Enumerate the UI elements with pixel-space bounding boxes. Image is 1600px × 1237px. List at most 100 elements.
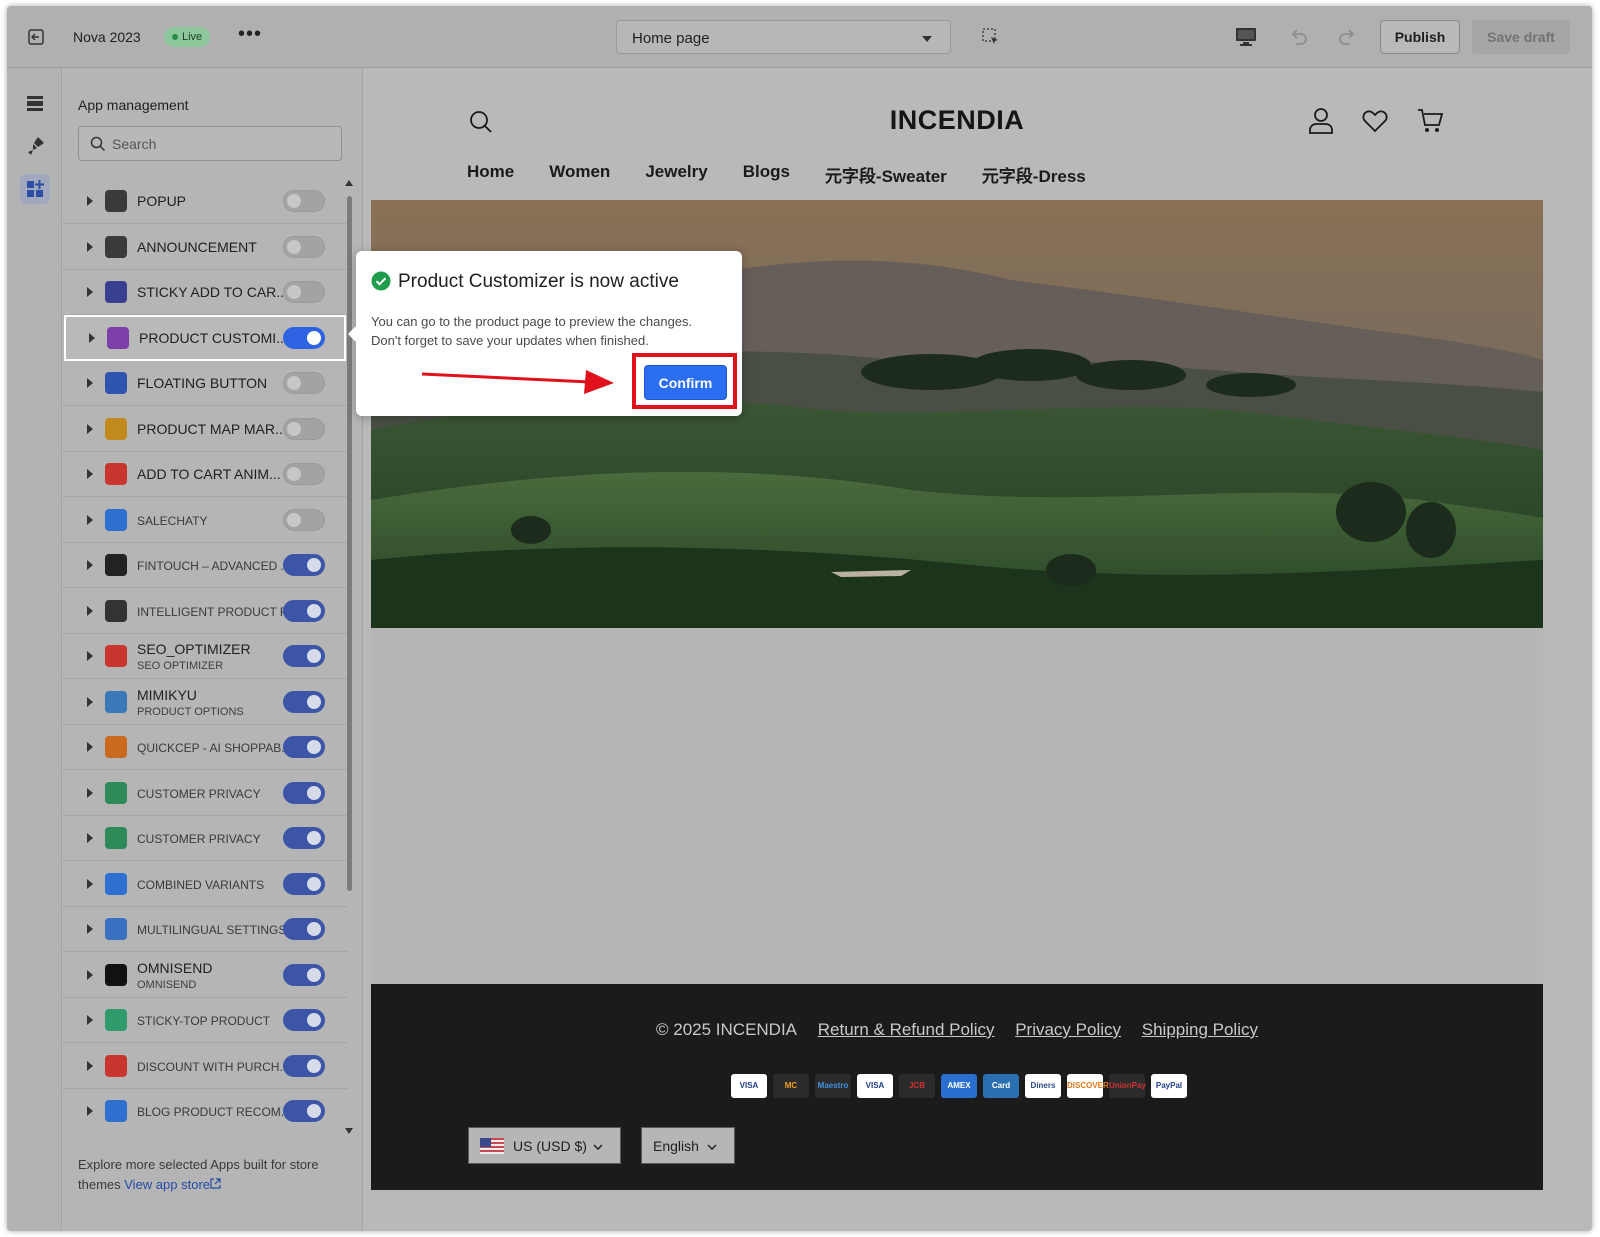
app-row[interactable]: MULTILINGUAL SETTINGS xyxy=(63,906,348,952)
sections-button[interactable] xyxy=(20,88,50,118)
app-toggle[interactable] xyxy=(283,1100,325,1122)
app-row[interactable]: OMNISEND OMNISEND xyxy=(63,952,348,998)
caret-right-icon[interactable] xyxy=(87,787,93,798)
app-row[interactable]: MIMIKYU PRODUCT OPTIONS xyxy=(63,679,348,725)
caret-right-icon[interactable] xyxy=(87,287,93,297)
app-row[interactable]: CUSTOMER PRIVACY xyxy=(63,815,348,861)
exit-icon[interactable] xyxy=(27,28,45,46)
nav-home[interactable]: Home xyxy=(467,162,514,187)
save-draft-button[interactable]: Save draft xyxy=(1472,20,1570,54)
caret-right-icon[interactable] xyxy=(87,514,93,525)
app-row[interactable]: ADD TO CART ANIM... xyxy=(63,451,348,497)
app-toggle[interactable] xyxy=(283,872,325,895)
publish-button[interactable]: Publish xyxy=(1380,20,1460,54)
app-toggle[interactable] xyxy=(283,372,325,394)
app-toggle[interactable] xyxy=(283,1054,325,1077)
refund-policy-link[interactable]: Return & Refund Policy xyxy=(818,1020,995,1039)
app-row[interactable]: ANNOUNCEMENT xyxy=(63,224,348,270)
caret-right-icon[interactable] xyxy=(87,969,93,980)
app-toggle[interactable] xyxy=(283,281,325,303)
app-row[interactable]: INTELLIGENT PRODUCT R... xyxy=(63,588,348,634)
privacy-policy-link[interactable]: Privacy Policy xyxy=(1015,1020,1121,1039)
app-row[interactable]: CUSTOMER PRIVACY xyxy=(63,770,348,816)
caret-right-icon[interactable] xyxy=(87,651,93,661)
scroll-up-arrow[interactable] xyxy=(345,180,353,186)
app-toggle[interactable] xyxy=(283,463,325,485)
app-row[interactable]: SEO_OPTIMIZER SEO OPTIMIZER xyxy=(63,633,348,679)
account-icon[interactable] xyxy=(1308,107,1334,135)
app-row[interactable]: FLOATING BUTTON xyxy=(63,360,348,406)
app-toggle[interactable] xyxy=(283,508,325,531)
app-row[interactable]: PRODUCT CUSTOMI... xyxy=(64,314,346,361)
app-row[interactable]: STICKY ADD TO CAR... xyxy=(63,269,348,315)
app-toggle[interactable] xyxy=(283,417,325,440)
app-row[interactable]: COMBINED VARIANTS xyxy=(63,861,348,907)
search-input[interactable] xyxy=(112,127,337,160)
app-row[interactable]: QUICKCEP - AI SHOPPAB... xyxy=(63,724,348,770)
app-row[interactable]: DISCOUNT WITH PURCH... xyxy=(63,1043,348,1089)
caret-right-icon[interactable] xyxy=(87,241,93,252)
app-toggle[interactable] xyxy=(283,326,325,349)
caret-right-icon[interactable] xyxy=(87,924,93,934)
caret-right-icon[interactable] xyxy=(87,1015,93,1025)
caret-right-icon[interactable] xyxy=(89,332,95,343)
app-toggle[interactable] xyxy=(283,963,325,986)
caret-right-icon[interactable] xyxy=(87,833,93,843)
theme-settings-button[interactable] xyxy=(20,131,50,161)
caret-right-icon[interactable] xyxy=(87,196,93,206)
app-row[interactable]: FINTOUCH – ADVANCED ... xyxy=(63,542,348,588)
app-toggle[interactable] xyxy=(283,781,325,804)
cart-icon[interactable] xyxy=(1416,107,1444,135)
caret-right-icon[interactable] xyxy=(87,378,93,388)
app-toggle[interactable] xyxy=(283,827,325,849)
caret-right-icon[interactable] xyxy=(87,605,93,616)
app-label: PRODUCT CUSTOMI... xyxy=(139,329,288,346)
app-row[interactable]: BLOG PRODUCT RECOM... xyxy=(63,1088,348,1133)
language-selector[interactable]: English xyxy=(641,1127,735,1164)
scroll-down-arrow[interactable] xyxy=(345,1128,353,1134)
element-select-icon[interactable] xyxy=(982,28,1000,46)
page-select[interactable]: Home page xyxy=(616,20,951,54)
caret-right-icon[interactable] xyxy=(87,423,93,434)
currency-selector[interactable]: US (USD $) xyxy=(468,1127,621,1164)
caret-right-icon[interactable] xyxy=(87,560,93,570)
scrollbar-thumb[interactable] xyxy=(347,196,352,891)
app-toggle[interactable] xyxy=(283,736,325,758)
app-row[interactable]: STICKY-TOP PRODUCT xyxy=(63,997,348,1043)
caret-right-icon[interactable] xyxy=(87,878,93,889)
app-toggle[interactable] xyxy=(283,190,325,212)
app-toggle[interactable] xyxy=(283,918,325,940)
app-label: SEO_OPTIMIZER xyxy=(137,641,251,657)
app-row[interactable]: POPUP xyxy=(63,178,348,224)
more-options-button[interactable]: ••• xyxy=(238,23,262,46)
nav-blogs[interactable]: Blogs xyxy=(743,162,790,187)
app-toggle[interactable] xyxy=(283,599,325,622)
nav-jewelry[interactable]: Jewelry xyxy=(645,162,707,187)
caret-right-icon[interactable] xyxy=(87,1060,93,1071)
app-toggle[interactable] xyxy=(283,1009,325,1031)
brush-icon xyxy=(28,137,44,155)
app-row[interactable]: PRODUCT MAP MAR... xyxy=(63,406,348,452)
app-toggle[interactable] xyxy=(283,235,325,258)
shipping-policy-link[interactable]: Shipping Policy xyxy=(1142,1020,1258,1039)
redo-icon[interactable] xyxy=(1337,26,1359,48)
caret-right-icon[interactable] xyxy=(87,742,93,752)
caret-right-icon[interactable] xyxy=(87,696,93,707)
nav-dress[interactable]: 元字段-Dress xyxy=(982,162,1086,187)
wishlist-icon[interactable] xyxy=(1362,108,1388,134)
nav-women[interactable]: Women xyxy=(549,162,610,187)
app-row[interactable]: SALECHATY xyxy=(63,497,348,543)
app-toggle[interactable] xyxy=(283,645,325,667)
nav-sweater[interactable]: 元字段-Sweater xyxy=(825,162,947,187)
caret-right-icon[interactable] xyxy=(87,469,93,479)
caret-right-icon[interactable] xyxy=(87,1106,93,1116)
app-toggle[interactable] xyxy=(283,554,325,576)
desktop-view-icon[interactable] xyxy=(1235,27,1257,47)
view-app-store-link[interactable]: View app store xyxy=(124,1177,221,1192)
app-management-button[interactable] xyxy=(20,174,50,204)
popover-body-line1: You can go to the product page to previe… xyxy=(371,314,693,329)
app-toggle[interactable] xyxy=(283,690,325,713)
undo-icon[interactable] xyxy=(1287,26,1309,48)
app-label: MULTILINGUAL SETTINGS xyxy=(137,923,287,937)
confirm-button[interactable]: Confirm xyxy=(644,365,727,400)
